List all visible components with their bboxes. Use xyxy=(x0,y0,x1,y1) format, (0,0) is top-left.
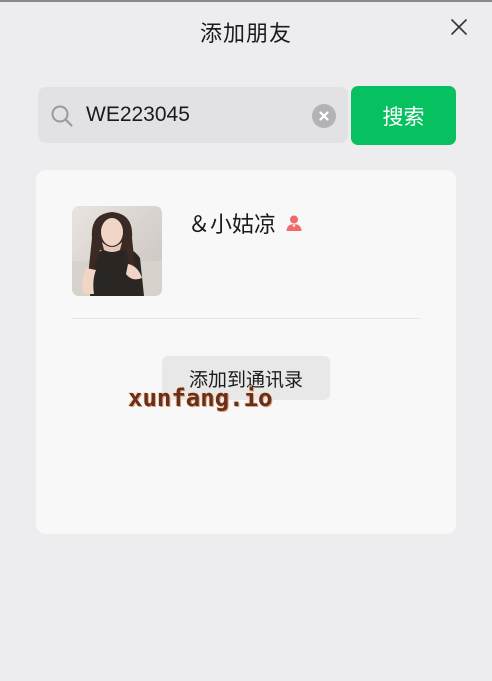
contact-name: ＆小姑凉 xyxy=(188,213,277,238)
clear-icon xyxy=(319,111,329,121)
avatar-photo xyxy=(72,206,162,296)
window-title: 添加朋友 xyxy=(199,22,292,47)
watermark: xunfang.io xyxy=(128,384,273,412)
search-button[interactable]: 搜索 xyxy=(351,86,456,145)
search-icon xyxy=(51,105,73,127)
clear-search-button[interactable] xyxy=(312,104,336,128)
female-icon xyxy=(286,215,302,231)
close-button[interactable] xyxy=(446,14,472,40)
avatar[interactable] xyxy=(72,206,162,296)
search-box[interactable] xyxy=(38,87,348,143)
contact-name-row: ＆小姑凉 xyxy=(188,208,304,238)
divider xyxy=(72,318,420,319)
search-input[interactable] xyxy=(86,97,302,133)
close-icon xyxy=(451,19,467,35)
search-result-card: ＆小姑凉 添加到通讯录 xyxy=(36,170,456,534)
window-top-border xyxy=(0,0,492,2)
